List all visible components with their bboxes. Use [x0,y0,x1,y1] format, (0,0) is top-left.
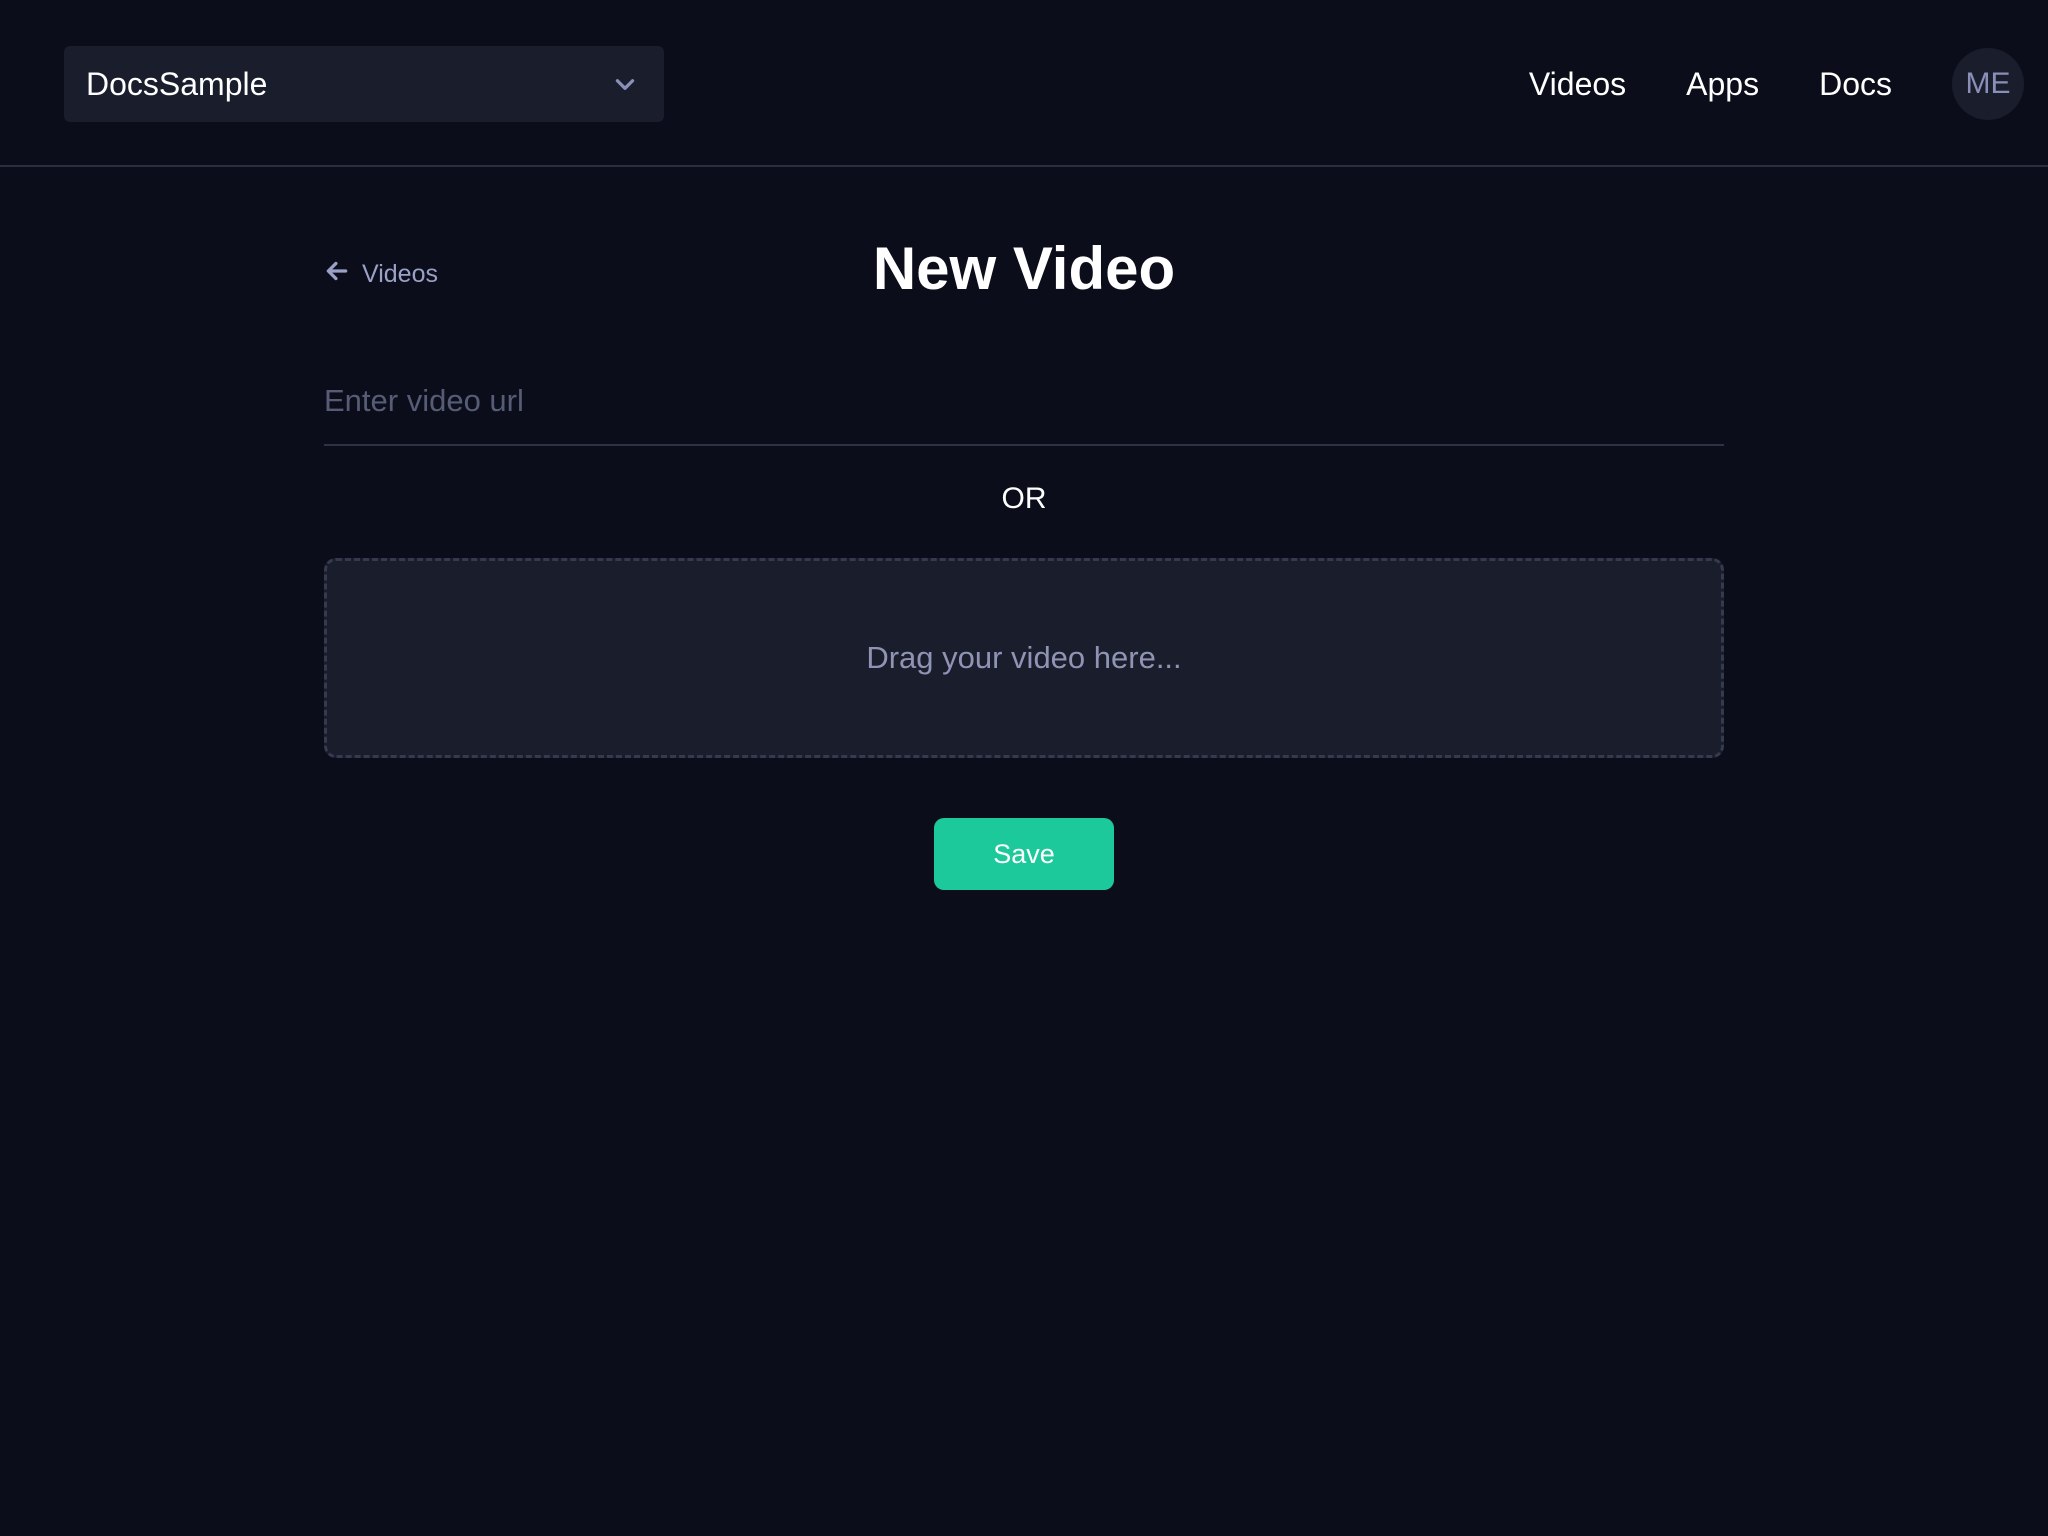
avatar-initials: ME [1965,67,2011,100]
page-title: New Video [872,235,1176,302]
nav-link-videos[interactable]: Videos [1529,66,1626,103]
or-separator: OR [1001,482,1047,515]
arrow-left-icon [324,258,362,291]
nav-link-apps[interactable]: Apps [1686,66,1759,103]
app-selector-dropdown[interactable]: DocsSample [64,46,664,122]
top-bar: DocsSample Videos Apps Docs ME [0,0,2048,167]
back-link-label: Videos [362,260,438,288]
back-to-videos-link[interactable]: Videos [324,258,438,291]
video-url-input[interactable] [324,358,1724,446]
app-selector-value: DocsSample [86,65,268,102]
nav-link-docs[interactable]: Docs [1819,66,1892,103]
save-button[interactable]: Save [934,818,1114,890]
top-nav: Videos Apps Docs ME [1469,46,2024,122]
chevron-down-icon [608,67,642,101]
dropzone-label: Drag your video here... [866,640,1182,675]
user-avatar[interactable]: ME [1952,48,2024,120]
video-dropzone[interactable]: Drag your video here... [324,558,1724,758]
